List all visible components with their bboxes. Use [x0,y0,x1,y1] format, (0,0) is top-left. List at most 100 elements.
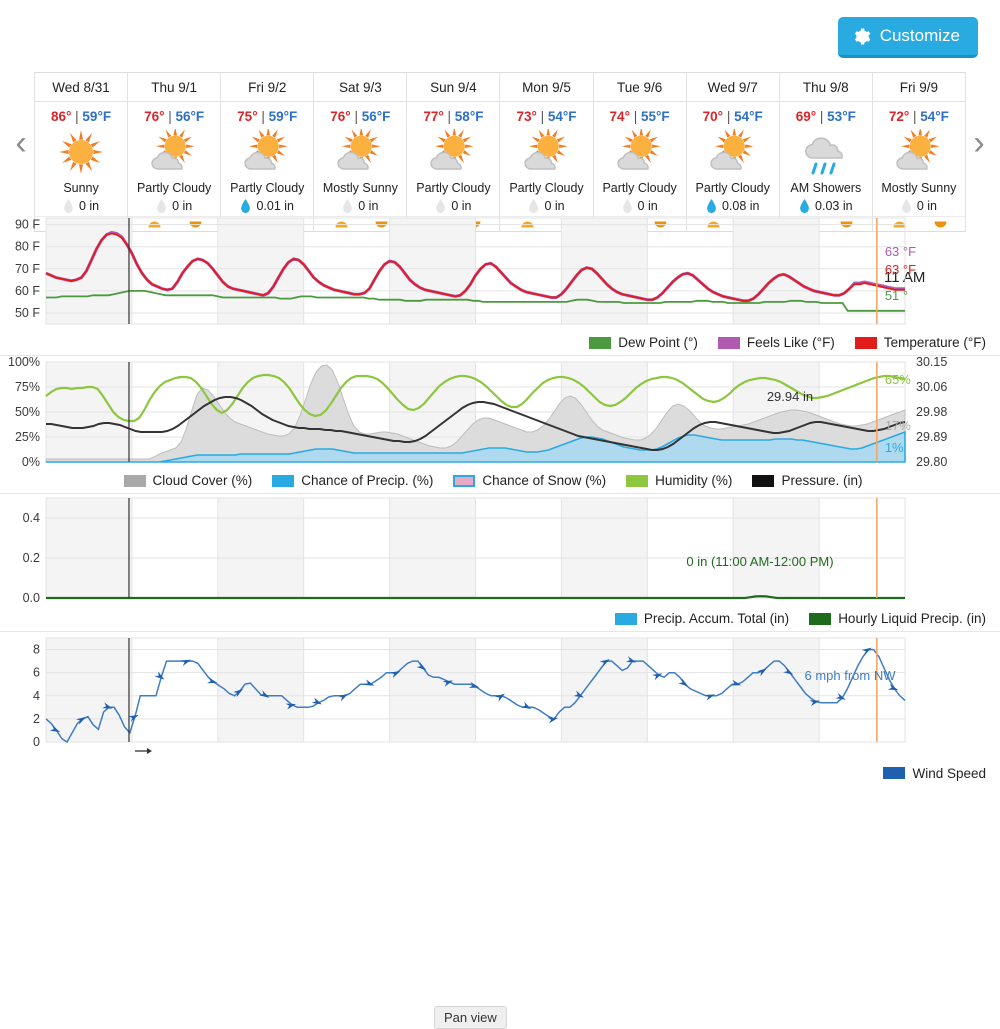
forecast-date: Fri 9/9 [872,73,965,102]
forecast-condition-icon [780,126,872,178]
forecast-day-card[interactable]: Thu 9/1 76° | 56°F Partly Cloudy 0 in [127,73,221,231]
conditions-plot[interactable]: 0% 25% 50% 75% 100% 29.80 29.89 29.98 30.06 30.15… [0,356,1000,468]
partly-cloudy-icon [523,129,568,170]
forecast-temps: 76° | 56°F [330,109,391,124]
legend-item[interactable]: Wind Speed [883,766,986,781]
legend-label: Dew Point (°) [618,335,698,350]
day-band [733,638,820,742]
temperature-chart-block: 50 F 60 F 70 F 80 F 90 F 63 °F 63 °F 51 ° Dew P… [0,212,1000,356]
legend-label: Cloud Cover (%) [152,473,253,488]
forecast-condition-label: Partly Cloudy [416,181,491,195]
showers-icon [804,137,843,175]
forecast-condition-icon [221,126,313,178]
forecast-date: Fri 9/2 [221,73,314,102]
forecast-date: Wed 9/7 [686,73,779,102]
legend-swatch [809,612,832,625]
partly-cloudy-icon [430,129,474,170]
legend-item[interactable]: Dew Point (°) [589,335,698,350]
axis-tick-label: 4 [33,689,40,703]
forecast-day-card[interactable]: Wed 9/7 70° | 54°F Partly Cloudy 0.08 in [685,73,779,231]
axis-tick-label: 0% [22,455,40,468]
hover-value-label: 1% [885,440,904,455]
precip-drop-icon [901,199,911,213]
precipitation-legend: Precip. Accum. Total (in) Hourly Liquid P… [0,606,1000,632]
partly-cloudy-icon [151,129,195,170]
axis-tick-label: 29.80 [916,455,947,468]
forecast-temps: 75° | 59°F [237,109,298,124]
precip-drop-icon [157,199,166,213]
temperature-plot[interactable]: 50 F 60 F 70 F 80 F 90 F 63 °F 63 °F 51 ° [0,212,1000,330]
axis-tick-label: 0.0 [23,591,40,605]
axis-tick-label: 90 F [15,218,40,232]
forecast-day-card[interactable]: Tue 9/6 74° | 55°F Partly Cloudy 0 in [592,73,686,231]
forecast-day-card[interactable]: Thu 9/8 69° | 53°F AM Showers 0.03 in [778,73,872,231]
precip-drop-icon [529,199,539,213]
legend-item[interactable]: Chance of Snow (%) [453,473,606,488]
pan-view-tooltip[interactable]: Pan view [434,1006,507,1029]
day-band [561,218,648,324]
forecast-condition-icon [500,126,592,178]
conditions-chart-block: 0% 25% 50% 75% 100% 29.80 29.89 29.98 30.06 30.15… [0,356,1000,494]
next-day-arrow[interactable]: › [964,124,994,162]
legend-item[interactable]: Humidity (%) [626,473,732,488]
legend-label: Wind Speed [912,765,986,781]
precipitation-plot[interactable]: 0.0 0.2 0.4 0 in (11:00 AM-12:00 PM) [0,494,1000,606]
legend-swatch [626,474,649,487]
precip-drop-icon [241,199,251,213]
legend-label: Chance of Precip. (%) [301,473,434,488]
legend-item[interactable]: Cloud Cover (%) [123,473,253,488]
wind-direction-arrow [652,673,663,681]
forecast-day-card[interactable]: Fri 9/9 72° | 54°F Mostly Sunny 0 in [871,73,966,231]
forecast-date: Sun 9/4 [407,73,500,102]
prev-day-arrow[interactable]: ‹ [6,124,36,162]
forecast-temps: 69° | 53°F [795,109,856,124]
forecast-temps: 73° | 54°F [516,109,577,124]
forecast-temps: 72° | 54°F [888,109,949,124]
forecast-condition-icon [35,126,127,178]
legend-item[interactable]: Chance of Precip. (%) [272,473,433,488]
precip-drop-icon [622,199,632,213]
svg-text:29.94 in: 29.94 in [767,389,813,404]
axis-tick-label: 60 F [15,284,40,298]
forecast-temps: 70° | 54°F [702,109,763,124]
forecast-date: Mon 9/5 [500,73,593,102]
axis-tick-label: 75% [15,380,40,394]
forecast-day-card[interactable]: Fri 9/2 75° | 59°F Partly Cloudy 0.01 in [220,73,314,231]
partly-cloudy-icon [616,129,661,170]
axis-tick-label: 29.89 [916,430,947,444]
legend-swatch [752,474,775,487]
day-band [217,638,304,742]
forecast-condition-label: Partly Cloudy [602,181,677,195]
forecast-day-card[interactable]: Mon 9/5 73° | 54°F Partly Cloudy 0 in [499,73,593,231]
legend-item[interactable]: Hourly Liquid Precip. (in) [809,611,986,626]
forecast-day-card[interactable]: Sat 9/3 76° | 56°F Mostly Sunny 0 in [313,73,407,231]
forecast-day-card[interactable]: Wed 8/31 86° | 59°F Sunny 0 in [34,73,128,231]
forecast-condition-label: Partly Cloudy [230,181,305,195]
axis-tick-label: 25% [15,430,40,444]
forecast-strip: ‹ › Wed 8/31 86° | 59°F Sunny 0 in Thu 9… [0,72,1000,287]
hover-value-label: 17% [885,418,911,433]
wind-plot[interactable]: 0 2 4 6 8 6 mph from NW [0,632,1000,760]
day-band [389,638,476,742]
forecast-condition-icon [128,126,220,178]
legend-item[interactable]: Pressure. (in) [752,473,862,488]
customize-button[interactable]: Customize [837,17,978,58]
forecast-condition-icon [687,126,779,178]
day-band [217,498,304,598]
axis-tick-label: 30.15 [916,356,947,369]
axis-tick-label: 80 F [15,240,40,254]
legend-item[interactable]: Precip. Accum. Total (in) [614,611,789,626]
forecast-condition-label: Mostly Sunny [881,181,957,195]
legend-label: Temperature (°F) [883,335,986,350]
temperature-legend: Dew Point (°) Feels Like (°F) Temperature … [0,330,1000,356]
legend-item[interactable]: Feels Like (°F) [717,335,835,350]
forecast-condition-label: Sunny [63,181,99,195]
axis-tick-label: 6 [33,666,40,680]
forecast-condition-icon [314,126,406,178]
svg-text:1%: 1% [885,440,904,455]
day-band [733,218,820,324]
day-band [733,498,820,598]
legend-item[interactable]: Temperature (°F) [854,335,986,350]
forecast-temps: 77° | 58°F [423,109,484,124]
forecast-day-card[interactable]: Sun 9/4 77° | 58°F Partly Cloudy 0 in [406,73,500,231]
